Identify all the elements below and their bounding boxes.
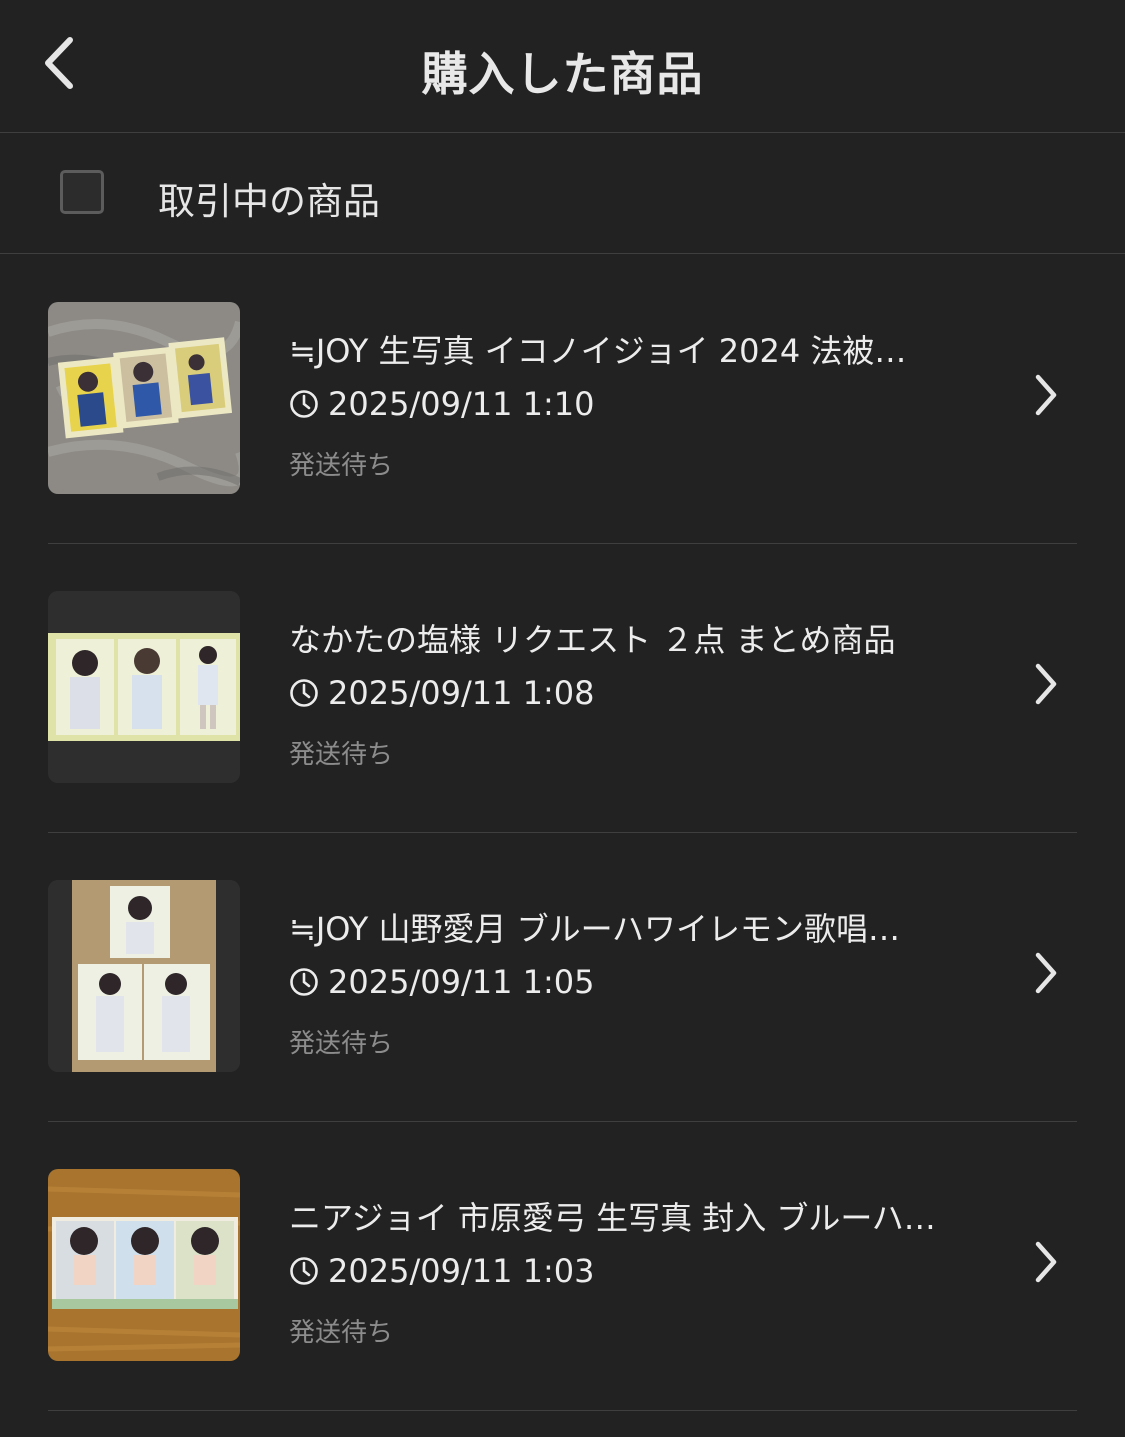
item-date: 2025/09/11 1:08 — [289, 674, 594, 712]
item-date: 2025/09/11 1:10 — [289, 385, 594, 423]
list-item[interactable]: ≒JOY 生写真 イコノイジョイ 2024 法被… 2025/09/11 1:1… — [48, 254, 1077, 544]
in-progress-label: 取引中の商品 — [158, 180, 380, 223]
item-date-text: 2025/09/11 1:03 — [328, 1252, 595, 1290]
chevron-right-icon — [1035, 952, 1057, 994]
item-status: 発送待ち — [289, 451, 394, 481]
item-thumbnail — [48, 302, 240, 494]
item-thumbnail — [48, 880, 240, 1072]
item-date-text: 2025/09/11 1:10 — [328, 385, 595, 423]
chevron-right-icon — [1035, 1241, 1057, 1283]
clock-icon — [290, 679, 318, 707]
item-title: ≒JOY 生写真 イコノイジョイ 2024 法被… — [289, 332, 907, 370]
list-item[interactable]: ≒JOY 山野愛月 ブルーハワイレモン歌唱… 2025/09/11 1:05 発… — [48, 832, 1077, 1122]
item-title: ニアジョイ 市原愛弓 生写真 封入 ブルーハ… — [289, 1199, 936, 1237]
item-date-text: 2025/09/11 1:08 — [328, 674, 595, 712]
item-status: 発送待ち — [289, 1318, 394, 1348]
item-title: なかたの塩様 リクエスト ２点 まとめ商品 — [289, 621, 896, 659]
item-date: 2025/09/11 1:05 — [289, 963, 594, 1001]
item-date-text: 2025/09/11 1:05 — [328, 963, 595, 1001]
clock-icon — [290, 390, 318, 418]
item-thumbnail — [48, 1169, 240, 1361]
item-status: 発送待ち — [289, 740, 394, 770]
page-title: 購入した商品 — [421, 47, 704, 101]
chevron-right-icon — [1035, 374, 1057, 416]
chevron-right-icon — [1035, 663, 1057, 705]
in-progress-filter[interactable]: 取引中の商品 — [0, 133, 1125, 254]
clock-icon — [290, 968, 318, 996]
app-header: 購入した商品 — [0, 0, 1125, 133]
list-item[interactable]: なかたの塩様 リクエスト ２点 まとめ商品 2025/09/11 1:08 発送… — [48, 543, 1077, 833]
item-thumbnail — [48, 591, 240, 783]
item-date: 2025/09/11 1:03 — [289, 1252, 594, 1290]
item-status: 発送待ち — [289, 1029, 394, 1059]
in-progress-checkbox[interactable] — [60, 170, 104, 214]
list-item[interactable]: ニアジョイ 市原愛弓 生写真 封入 ブルーハ… 2025/09/11 1:03 … — [48, 1121, 1077, 1411]
item-title: ≒JOY 山野愛月 ブルーハワイレモン歌唱… — [289, 910, 900, 948]
clock-icon — [290, 1257, 318, 1285]
